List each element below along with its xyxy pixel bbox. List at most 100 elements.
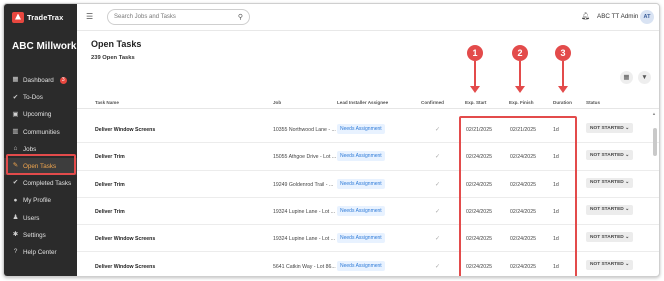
menu-icon[interactable]: ☰: [86, 12, 93, 21]
chevron-down-icon: ⌄: [625, 234, 630, 240]
column-header-finish[interactable]: Exp. Finish: [509, 100, 534, 105]
logo[interactable]: TradeTrax: [12, 10, 63, 24]
checkmark-icon: ✓: [435, 127, 441, 133]
sidebar-item-settings[interactable]: ✱ Settings: [4, 227, 77, 244]
needs-assignment-tag[interactable]: Needs Assignment: [337, 124, 385, 134]
job-name[interactable]: 19324 Lupine Lane - Lot ...: [273, 209, 335, 215]
annotation-arrow-line: [474, 61, 476, 87]
needs-assignment-tag[interactable]: Needs Assignment: [337, 260, 385, 271]
sidebar-item-label: Upcoming: [23, 111, 52, 119]
calendar-icon: ▣: [12, 110, 19, 118]
app-window: TradeTrax ABC Millwork ▦ Dashboard 3 ✔ T…: [3, 3, 660, 277]
column-header-installer[interactable]: Lead Installer Assignee: [337, 100, 388, 105]
task-name[interactable]: Deliver Window Screens: [95, 236, 155, 242]
sidebar-item-to-dos[interactable]: ✔ To-Dos: [4, 89, 77, 106]
status-label: NOT STARTED: [590, 207, 624, 213]
sidebar: TradeTrax ABC Millwork ▦ Dashboard 3 ✔ T…: [4, 4, 77, 276]
sidebar-item-label: Completed Tasks: [23, 180, 72, 188]
checkmark-icon: ✓: [435, 236, 441, 243]
task-name[interactable]: Deliver Trim: [95, 154, 125, 160]
needs-assignment-tag[interactable]: Needs Assignment: [337, 151, 385, 162]
sidebar-item-upcoming[interactable]: ▣ Upcoming: [4, 106, 77, 123]
table-header: Task Name Job Lead Installer Assignee Co…: [77, 97, 659, 109]
sidebar-item-help-center[interactable]: ? Help Center: [4, 244, 77, 261]
user-icon: ●: [13, 196, 18, 204]
task-name[interactable]: Deliver Window Screens: [95, 264, 155, 270]
table-scrollbar[interactable]: ▲: [652, 111, 658, 276]
checkmark-icon: ✓: [435, 263, 441, 270]
sidebar-item-label: Help Center: [23, 248, 57, 256]
status-label: NOT STARTED: [590, 152, 624, 158]
calendar-view-icon[interactable]: ▦: [620, 71, 633, 84]
sidebar-item-dashboard[interactable]: ▦ Dashboard 3: [4, 72, 77, 89]
home-icon: ⌂: [13, 145, 18, 153]
annotation-highlight-dates: [459, 116, 577, 276]
column-header-task[interactable]: Task Name: [95, 100, 119, 105]
column-header-duration[interactable]: Duration: [553, 100, 572, 105]
gear-icon: ✱: [12, 231, 19, 239]
task-name[interactable]: Deliver Window Screens: [95, 127, 155, 133]
column-header-job[interactable]: Job: [273, 100, 281, 105]
arrow-down-icon: [558, 86, 568, 93]
search-input[interactable]: Search Jobs and Tasks ⚲: [107, 9, 250, 25]
status-dropdown[interactable]: NOT STARTED ⌄: [586, 150, 634, 161]
job-name[interactable]: 5641 Catkin Way - Lot 86...: [273, 264, 336, 270]
checkmark-icon: ✓: [435, 208, 441, 215]
sidebar-item-label: Users: [23, 214, 40, 222]
chevron-down-icon: ⌄: [625, 180, 630, 186]
sidebar-item-label: Dashboard: [23, 77, 54, 85]
sidebar-item-label: Settings: [23, 231, 46, 239]
dashboard-icon: ▦: [12, 76, 19, 84]
scroll-up-icon[interactable]: ▲: [652, 111, 656, 116]
chevron-down-icon: ⌄: [625, 207, 630, 213]
column-header-confirmed[interactable]: Confirmed: [421, 100, 444, 105]
sidebar-item-completed-tasks[interactable]: ✔ Completed Tasks: [4, 175, 77, 192]
needs-assignment-tag[interactable]: Needs Assignment: [337, 233, 385, 244]
bell-icon[interactable]: 🔔︎: [581, 12, 590, 20]
check-circle-icon: ✔: [12, 179, 19, 187]
status-dropdown[interactable]: NOT STARTED ⌄: [586, 259, 634, 270]
annotation-arrow-line: [562, 61, 564, 87]
status-label: NOT STARTED: [590, 234, 624, 240]
sidebar-item-users[interactable]: ♟ Users: [4, 210, 77, 227]
sidebar-item-label: To-Dos: [23, 94, 43, 102]
needs-assignment-tag[interactable]: Needs Assignment: [337, 178, 385, 189]
user-name[interactable]: ABC TT Admin: [597, 13, 638, 20]
status-dropdown[interactable]: NOT STARTED ⌄: [586, 204, 634, 215]
status-dropdown[interactable]: NOT STARTED ⌄: [586, 123, 634, 133]
checkmark-icon: ✓: [435, 154, 441, 161]
company-name: ABC Millwork: [12, 41, 77, 52]
job-name[interactable]: 15055 Athgoe Drive - Lot ...: [273, 154, 336, 160]
avatar[interactable]: AT: [640, 10, 654, 24]
job-name[interactable]: 19324 Lupine Lane - Lot ...: [273, 236, 335, 242]
sidebar-item-communities[interactable]: ▥ Communities: [4, 124, 77, 141]
status-label: NOT STARTED: [590, 125, 624, 131]
chevron-down-icon: ⌄: [625, 152, 630, 158]
task-name[interactable]: Deliver Trim: [95, 209, 125, 215]
check-circle-icon: ✔: [12, 93, 19, 101]
building-icon: ▥: [12, 127, 19, 135]
chevron-down-icon: ⌄: [625, 125, 630, 131]
column-header-status[interactable]: Status: [586, 100, 600, 105]
task-name[interactable]: Deliver Trim: [95, 182, 125, 188]
page-title: Open Tasks: [91, 39, 142, 49]
logo-text: TradeTrax: [27, 12, 64, 22]
search-placeholder: Search Jobs and Tasks: [114, 14, 176, 20]
notification-badge: 3: [59, 77, 67, 85]
tradetrax-logo-icon: [12, 11, 24, 23]
arrow-down-icon: [470, 86, 480, 93]
status-dropdown[interactable]: NOT STARTED ⌄: [586, 232, 634, 243]
chevron-down-icon: ⌄: [625, 262, 630, 267]
status-dropdown[interactable]: NOT STARTED ⌄: [586, 177, 634, 188]
needs-assignment-tag[interactable]: Needs Assignment: [337, 205, 385, 216]
arrow-down-icon: [515, 86, 525, 93]
open-tasks-count: 239 Open Tasks: [91, 55, 135, 61]
sidebar-item-my-profile[interactable]: ● My Profile: [4, 192, 77, 209]
filter-icon[interactable]: ▼: [638, 71, 651, 84]
column-header-start[interactable]: Exp. Start: [465, 100, 486, 105]
annotation-marker-1: 1: [467, 45, 483, 61]
job-name[interactable]: 19249 Goldenrod Trail - ...: [273, 182, 333, 188]
job-name[interactable]: 10355 Northwood Lane - ...: [273, 127, 336, 133]
users-icon: ♟: [12, 213, 19, 221]
scrollbar-thumb[interactable]: [653, 128, 657, 156]
